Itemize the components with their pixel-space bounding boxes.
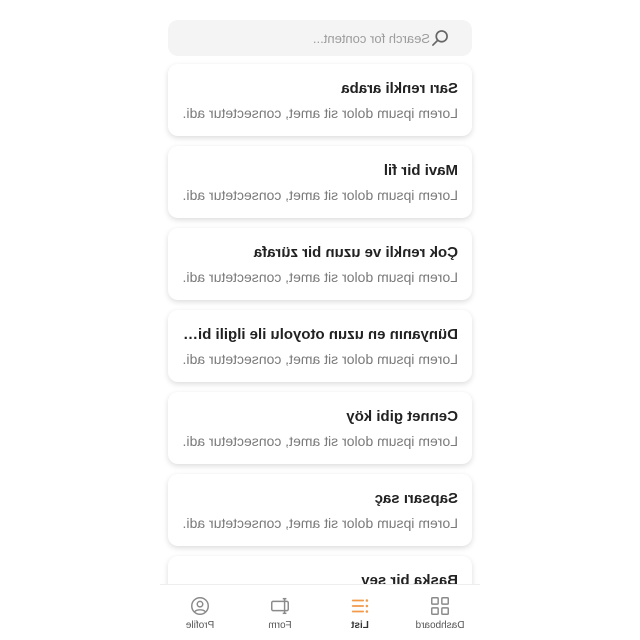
list-item-title: Çok renkli ve uzun bir zürafa (253, 244, 458, 261)
tab-profile[interactable]: Profile (160, 585, 240, 640)
list-item-subtitle: Lorem ipsum dolor sit amet, consectetur … (182, 269, 458, 285)
list-item-title: Cennet gibi köy (346, 408, 458, 425)
list-item[interactable]: Sapsarı saç Lorem ipsum dolor sit amet, … (168, 474, 472, 546)
tab-form[interactable]: Form (240, 585, 320, 640)
list-item-subtitle: Lorem ipsum dolor sit amet, consectetur … (182, 433, 458, 449)
app-screen: Search for content... Sarı renkli araba … (160, 0, 480, 640)
tab-dashboard[interactable]: Dashboard (400, 585, 480, 640)
grid-icon (431, 597, 449, 615)
search-placeholder: Search for content... (312, 30, 430, 46)
tab-label: List (351, 620, 369, 631)
list-item-title: Sapsarı saç (374, 490, 458, 507)
list-item[interactable]: Cennet gibi köy Lorem ipsum dolor sit am… (168, 392, 472, 464)
tab-label: Profile (185, 620, 215, 631)
list-item-subtitle: Lorem ipsum dolor sit amet, consectetur … (182, 187, 458, 203)
search-icon[interactable] (430, 28, 450, 48)
list-item[interactable]: Dünyanın en uzun otoyolu ile ilgili bir.… (168, 310, 472, 382)
list-icon (351, 599, 369, 613)
tab-label: Form (268, 620, 292, 631)
list-item-subtitle: Lorem ipsum dolor sit amet, consectetur … (182, 515, 458, 531)
bottom-tab-bar: Dashboard List Form Profile (160, 584, 480, 640)
list-item[interactable]: Mavi bir fil Lorem ipsum dolor sit amet,… (168, 146, 472, 218)
screen-stage: Search for content... Sarı renkli araba … (0, 0, 640, 640)
list-item-subtitle: Lorem ipsum dolor sit amet, consectetur … (182, 105, 458, 121)
list-item-title: Dünyanın en uzun otoyolu ile ilgili bir.… (182, 326, 458, 343)
tab-label: Dashboard (415, 620, 465, 631)
list-item[interactable]: Çok renkli ve uzun bir zürafa Lorem ipsu… (168, 228, 472, 300)
list-item[interactable]: Sarı renkli araba Lorem ipsum dolor sit … (168, 64, 472, 136)
profile-icon (191, 597, 209, 615)
list-item-subtitle: Lorem ipsum dolor sit amet, consectetur … (182, 351, 458, 367)
list-item-title: Mavi bir fil (383, 162, 458, 179)
form-icon (271, 597, 289, 615)
tab-list[interactable]: List (320, 585, 400, 640)
search-bar[interactable]: Search for content... (168, 20, 472, 56)
list-item-title: Sarı renkli araba (341, 80, 458, 97)
